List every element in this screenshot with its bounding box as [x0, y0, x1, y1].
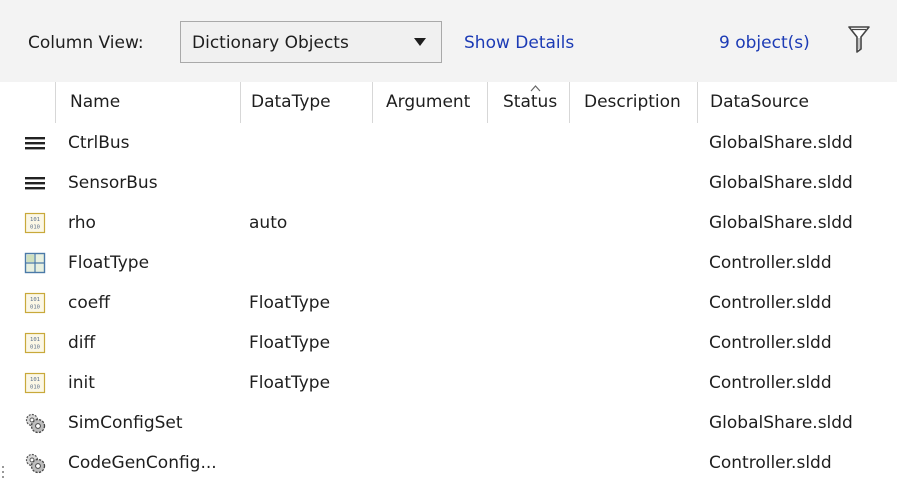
resize-grip-icon[interactable] — [2, 466, 5, 486]
table-row[interactable]: SimConfigSet GlobalShare.sldd — [12, 403, 897, 443]
column-header-name[interactable]: Name — [56, 82, 241, 123]
cell-name: SensorBus — [68, 173, 158, 193]
cell-description — [582, 123, 694, 163]
column-header-argument[interactable]: Argument — [373, 82, 488, 123]
column-header-description[interactable]: Description — [570, 82, 698, 123]
svg-text:010: 010 — [30, 305, 40, 311]
cell-argument — [384, 323, 484, 363]
table-row[interactable]: 101 010 rho auto GlobalShare.sldd — [12, 203, 897, 243]
sort-ascending-icon — [530, 85, 541, 92]
cell-name: rho — [68, 213, 96, 233]
filter-icon[interactable] — [848, 25, 870, 53]
cell-argument — [384, 163, 484, 203]
cell-description — [582, 283, 694, 323]
column-header-status[interactable]: Status — [488, 82, 570, 123]
cell-datasource: Controller.sldd — [709, 453, 832, 473]
cell-status — [502, 283, 566, 323]
cell-description — [582, 443, 694, 483]
cell-argument — [384, 203, 484, 243]
cell-status — [502, 323, 566, 363]
svg-text:010: 010 — [30, 345, 40, 351]
cell-name: CtrlBus — [68, 133, 130, 153]
cell-datasource: GlobalShare.sldd — [709, 133, 853, 153]
column-view-dropdown[interactable]: Dictionary Objects — [180, 21, 442, 63]
column-view-selected-value: Dictionary Objects — [192, 33, 349, 53]
svg-text:101: 101 — [30, 337, 40, 343]
cell-name: coeff — [68, 293, 110, 313]
cell-datatype — [249, 443, 369, 483]
cell-description — [582, 163, 694, 203]
table-header: Name DataType Argument Status Descriptio… — [12, 82, 897, 123]
cell-argument — [384, 283, 484, 323]
table-row[interactable]: 101 010 coeff FloatType Controller.sldd — [12, 283, 897, 323]
cell-description — [582, 363, 694, 403]
cell-datatype: FloatType — [249, 333, 331, 353]
cell-status — [502, 363, 566, 403]
cell-description — [582, 203, 694, 243]
header-icon-column — [12, 82, 56, 123]
cell-argument — [384, 443, 484, 483]
cell-name: SimConfigSet — [68, 413, 183, 433]
cell-name: CodeGenConfig... — [68, 453, 217, 473]
alias-type-icon — [24, 252, 46, 274]
parameter-icon: 101 010 — [24, 212, 46, 234]
object-count: 9 object(s) — [719, 33, 810, 53]
table-row[interactable]: 101 010 init FloatType Controller.sldd — [12, 363, 897, 403]
cell-datasource: Controller.sldd — [709, 253, 832, 273]
parameter-icon: 101 010 — [24, 332, 46, 354]
cell-datasource: GlobalShare.sldd — [709, 213, 853, 233]
table-row[interactable]: CodeGenConfig... Controller.sldd — [12, 443, 897, 483]
parameter-icon: 101 010 — [24, 372, 46, 394]
cell-datasource: Controller.sldd — [709, 373, 832, 393]
cell-argument — [384, 123, 484, 163]
parameter-icon: 101 010 — [24, 292, 46, 314]
cell-datatype: auto — [249, 213, 288, 233]
cell-datasource: GlobalShare.sldd — [709, 173, 853, 193]
bus-icon — [24, 172, 46, 194]
svg-text:101: 101 — [30, 297, 40, 303]
svg-text:010: 010 — [30, 385, 40, 391]
cell-datasource: GlobalShare.sldd — [709, 413, 853, 433]
cell-name: FloatType — [68, 253, 150, 273]
cell-argument — [384, 403, 484, 443]
cell-name: diff — [68, 333, 96, 353]
toolbar: Column View: Dictionary Objects Show Det… — [0, 0, 897, 82]
cell-datatype: FloatType — [249, 293, 331, 313]
cell-name: init — [68, 373, 95, 393]
table-row[interactable]: FloatType Controller.sldd — [12, 243, 897, 283]
cell-datatype — [249, 243, 369, 283]
cell-description — [582, 323, 694, 363]
cell-datasource: Controller.sldd — [709, 293, 832, 313]
svg-text:101: 101 — [30, 217, 40, 223]
table-row[interactable]: CtrlBus GlobalShare.sldd — [12, 123, 897, 163]
svg-text:101: 101 — [30, 377, 40, 383]
cell-status — [502, 123, 566, 163]
cell-datatype — [249, 403, 369, 443]
config-set-icon — [24, 452, 46, 474]
table-row[interactable]: SensorBus GlobalShare.sldd — [12, 163, 897, 203]
column-header-datatype[interactable]: DataType — [241, 82, 373, 123]
cell-datatype — [249, 123, 369, 163]
column-header-datasource[interactable]: DataSource — [698, 82, 897, 123]
chevron-down-icon — [414, 38, 426, 46]
cell-datatype — [249, 163, 369, 203]
objects-table: Name DataType Argument Status Descriptio… — [12, 82, 897, 495]
cell-status — [502, 443, 566, 483]
cell-datatype: FloatType — [249, 373, 331, 393]
column-view-label: Column View: — [28, 33, 144, 53]
cell-status — [502, 403, 566, 443]
cell-status — [502, 203, 566, 243]
bus-icon — [24, 132, 46, 154]
table-row[interactable]: 101 010 diff FloatType Controller.sldd — [12, 323, 897, 363]
cell-description — [582, 243, 694, 283]
show-details-link[interactable]: Show Details — [464, 33, 574, 53]
cell-status — [502, 163, 566, 203]
cell-description — [582, 403, 694, 443]
svg-text:010: 010 — [30, 225, 40, 231]
cell-argument — [384, 243, 484, 283]
cell-status — [502, 243, 566, 283]
config-set-icon — [24, 412, 46, 434]
cell-argument — [384, 363, 484, 403]
cell-datasource: Controller.sldd — [709, 333, 832, 353]
